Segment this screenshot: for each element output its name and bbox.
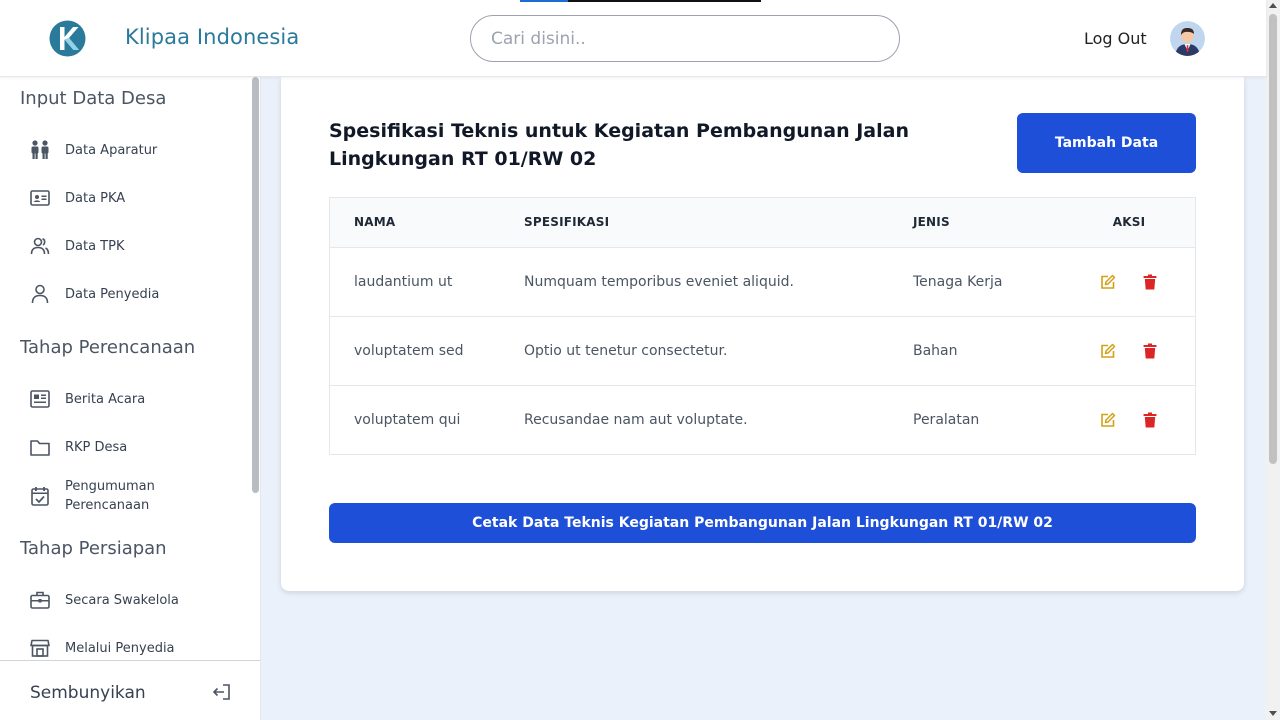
- main-card: Spesifikasi Teknis untuk Kegiatan Pemban…: [281, 77, 1244, 591]
- page-scrollbar[interactable]: [1266, 0, 1280, 720]
- add-data-button[interactable]: Tambah Data: [1017, 113, 1196, 173]
- column-header-jenis[interactable]: JENIS: [913, 198, 1063, 248]
- page-title: Spesifikasi Teknis untuk Kegiatan Pemban…: [329, 120, 909, 170]
- top-header: Klipaa Indonesia Log Out: [0, 0, 1266, 77]
- cell-nama: voluptatem sed: [330, 316, 524, 386]
- sidebar-item-label: Data PKA: [65, 190, 126, 206]
- loading-progress-bar: [520, 0, 761, 2]
- scrollbar-thumb[interactable]: [1269, 14, 1277, 464]
- brand-name[interactable]: Klipaa Indonesia: [125, 25, 299, 49]
- sidebar-item-data-pka[interactable]: Data PKA: [28, 183, 243, 213]
- cell-spesifikasi: Recusandae nam aut voluptate.: [524, 385, 913, 455]
- sidebar-item-label: Data TPK: [65, 238, 125, 254]
- delete-icon[interactable]: [1141, 411, 1159, 429]
- people-icon: [28, 138, 52, 162]
- sidebar-scrollbar[interactable]: [252, 77, 259, 493]
- cell-jenis: Bahan: [913, 316, 1063, 386]
- cell-spesifikasi: Optio ut tenetur consectetur.: [524, 316, 913, 386]
- calendar-check-icon: [28, 484, 52, 508]
- delete-icon[interactable]: [1141, 273, 1159, 291]
- cell-actions: [1063, 247, 1195, 317]
- sidebar-item-berita-acara[interactable]: Berita Acara: [28, 384, 243, 414]
- section-title-tahap-perencanaan: Tahap Perencanaan: [20, 337, 196, 358]
- table-row: voluptatem qui Recusandae nam aut volupt…: [330, 385, 1195, 455]
- sidebar-item-label: Melalui Penyedia: [65, 640, 175, 656]
- sidebar-item-label: Secara Swakelola: [65, 592, 179, 608]
- sidebar-item-secara-swakelola[interactable]: Secara Swakelola: [28, 585, 243, 615]
- column-header-spesifikasi[interactable]: SPESIFIKASI: [524, 198, 913, 248]
- logout-arrow-icon: [212, 684, 230, 700]
- sidebar-item-rkp-desa[interactable]: RKP Desa: [28, 432, 243, 462]
- cell-actions: [1063, 316, 1195, 386]
- column-header-aksi: AKSI: [1063, 198, 1195, 248]
- user-icon: [28, 282, 52, 306]
- section-title-input-data-desa: Input Data Desa: [20, 88, 167, 109]
- briefcase-icon: [28, 588, 52, 612]
- sidebar-item-data-tpk[interactable]: Data TPK: [28, 231, 243, 261]
- logout-button[interactable]: Log Out: [1084, 29, 1147, 48]
- sidebar-item-data-aparatur[interactable]: Data Aparatur: [28, 135, 243, 165]
- scroll-up-arrow-icon[interactable]: [1269, 3, 1277, 8]
- column-header-nama[interactable]: NAMA: [330, 198, 524, 248]
- cell-nama: laudantium ut: [330, 247, 524, 317]
- sidebar-collapse-button[interactable]: Sembunyikan: [0, 660, 260, 720]
- scroll-down-arrow-icon[interactable]: [1269, 711, 1277, 716]
- newspaper-icon: [28, 387, 52, 411]
- cell-jenis: Tenaga Kerja: [913, 247, 1063, 317]
- edit-icon[interactable]: [1099, 411, 1117, 429]
- avatar[interactable]: [1170, 21, 1205, 56]
- section-title-tahap-persiapan: Tahap Persiapan: [20, 538, 167, 559]
- store-icon: [28, 636, 52, 660]
- users-icon: [28, 234, 52, 258]
- klipaa-logo-icon[interactable]: [49, 20, 86, 57]
- collapse-label: Sembunyikan: [30, 683, 146, 703]
- sidebar: Input Data Desa Data Aparatur Data PKA D…: [0, 77, 261, 720]
- sidebar-item-data-penyedia[interactable]: Data Penyedia: [28, 279, 243, 309]
- sidebar-item-label: Pengumuman Perencanaan: [65, 479, 155, 513]
- sidebar-item-melalui-penyedia[interactable]: Melalui Penyedia: [28, 633, 243, 663]
- table-row: laudantium ut Numquam temporibus eveniet…: [330, 247, 1195, 317]
- edit-icon[interactable]: [1099, 273, 1117, 291]
- cell-actions: [1063, 385, 1195, 455]
- sidebar-item-label: Data Aparatur: [65, 142, 158, 158]
- search-input[interactable]: [470, 15, 900, 62]
- sidebar-item-label: RKP Desa: [65, 439, 128, 455]
- edit-icon[interactable]: [1099, 342, 1117, 360]
- cell-spesifikasi: Numquam temporibus eveniet aliquid.: [524, 247, 913, 317]
- cell-nama: voluptatem qui: [330, 385, 524, 455]
- print-data-button[interactable]: Cetak Data Teknis Kegiatan Pembangunan J…: [329, 503, 1196, 543]
- table-row: voluptatem sed Optio ut tenetur consecte…: [330, 316, 1195, 386]
- id-card-icon: [28, 186, 52, 210]
- folder-icon: [28, 435, 52, 459]
- spec-table: NAMA SPESIFIKASI JENIS AKSI laudantium u…: [329, 197, 1196, 455]
- cell-jenis: Peralatan: [913, 385, 1063, 455]
- sidebar-item-label: Data Penyedia: [65, 286, 160, 302]
- sidebar-item-label: Berita Acara: [65, 391, 146, 407]
- sidebar-item-pengumuman-perencanaan[interactable]: Pengumuman Perencanaan: [28, 476, 243, 516]
- table-header-row: NAMA SPESIFIKASI JENIS AKSI: [330, 198, 1195, 248]
- delete-icon[interactable]: [1141, 342, 1159, 360]
